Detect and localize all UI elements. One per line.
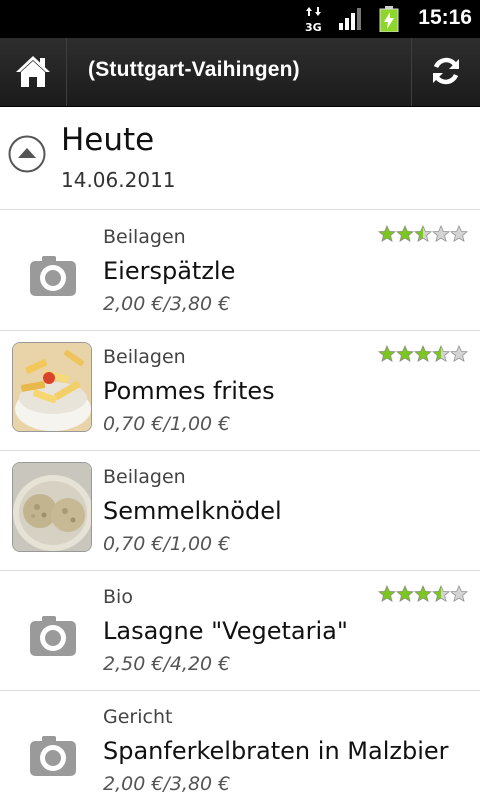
meal-row[interactable]: Beilagen Semmelknödel 0,70 €/1,00 € (0, 450, 480, 571)
star-icon (414, 584, 432, 602)
meal-row[interactable]: Gericht Spanferkelbraten in Malzbier 2,0… (0, 690, 480, 810)
status-bar: 3G 15:16 (0, 0, 480, 38)
meal-name: Spanferkelbraten in Malzbier (103, 737, 449, 765)
star-icon (450, 584, 468, 602)
meal-row[interactable]: Beilagen Pommes frites 0,70 €/1,00 € (0, 330, 480, 451)
meal-rating (378, 344, 468, 364)
meal-rating (378, 584, 468, 604)
battery-charging-icon (379, 6, 399, 32)
meal-rating (378, 224, 468, 244)
meal-price: 2,00 €/3,80 € (103, 773, 231, 795)
svg-text:3G: 3G (305, 21, 322, 32)
meal-price: 2,50 €/4,20 € (103, 653, 231, 675)
meal-photo (12, 462, 92, 552)
star-icon (414, 344, 432, 362)
meal-name: Eierspätzle (103, 257, 236, 285)
meal-row[interactable]: Beilagen Eierspätzle 2,00 €/3,80 € (0, 210, 480, 331)
meal-name: Lasagne "Vegetaria" (103, 617, 348, 645)
signal-strength-icon (339, 8, 361, 30)
meal-name: Semmelknödel (103, 497, 282, 525)
star-icon (396, 584, 414, 602)
meal-row[interactable]: Bio Lasagne "Vegetaria" 2,50 €/4,20 € (0, 570, 480, 691)
camera-icon (30, 256, 76, 296)
refresh-icon (433, 57, 459, 85)
3g-data-icon: 3G (305, 7, 322, 32)
meal-category: Beilagen (103, 226, 186, 248)
day-title: Heute (61, 122, 155, 158)
star-icon (378, 224, 396, 242)
meal-name: Pommes frites (103, 377, 275, 405)
action-bar: (Stuttgart-Vaihingen) (0, 38, 480, 107)
camera-icon (30, 736, 76, 776)
meal-price: 0,70 €/1,00 € (103, 413, 231, 435)
location-title: (Stuttgart-Vaihingen) (88, 58, 300, 81)
status-time: 15:16 (418, 6, 472, 29)
meal-photo-placeholder (12, 222, 92, 312)
star-icon (432, 224, 450, 242)
star-icon (432, 344, 450, 362)
day-date: 14.06.2011 (61, 168, 176, 192)
meal-category: Beilagen (103, 466, 186, 488)
meal-category: Beilagen (103, 346, 186, 368)
star-icon (432, 584, 450, 602)
meal-price: 0,70 €/1,00 € (103, 533, 231, 555)
star-icon (378, 344, 396, 362)
meal-category: Bio (103, 586, 133, 608)
star-icon (450, 344, 468, 362)
star-icon (450, 224, 468, 242)
meal-photo-placeholder (12, 702, 92, 792)
star-icon (378, 584, 396, 602)
star-icon (396, 224, 414, 242)
star-icon (396, 344, 414, 362)
camera-icon (30, 616, 76, 656)
meal-photo (12, 342, 92, 432)
refresh-button[interactable] (411, 38, 480, 106)
meal-photo-placeholder (12, 582, 92, 672)
collapse-up-icon[interactable] (8, 135, 46, 173)
meal-price: 2,00 €/3,80 € (103, 293, 231, 315)
home-button[interactable] (0, 38, 67, 106)
meal-category: Gericht (103, 706, 173, 728)
star-icon (414, 224, 432, 242)
home-icon (16, 56, 50, 87)
